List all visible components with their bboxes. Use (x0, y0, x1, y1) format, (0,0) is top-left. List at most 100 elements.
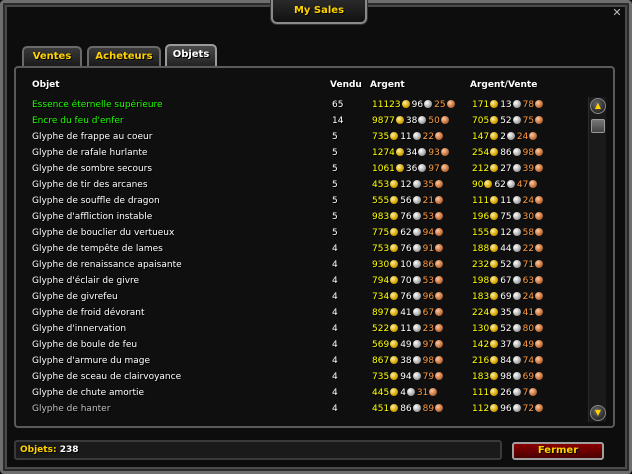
table-row[interactable]: Glyphe de tempête de lames 4 753 76 91 188… (26, 241, 586, 257)
money-per-sale-silver: 84 (500, 356, 512, 366)
item-name[interactable]: Glyphe de renaissance apaisante (32, 257, 182, 273)
table-row[interactable]: Essence éternelle supérieure 65 11123 96 2… (26, 97, 586, 113)
item-name[interactable]: Essence éternelle supérieure (32, 97, 163, 113)
item-name[interactable]: Glyphe de boule de feu (32, 337, 137, 353)
table-row[interactable]: Glyphe d'armure du mage 4 867 38 98 216 84 7… (26, 353, 586, 369)
item-name[interactable]: Glyphe de bouclier du vertueux (32, 225, 174, 241)
copper-coin-icon (535, 372, 544, 380)
silver-coin-icon (412, 324, 421, 332)
money-total-copper: 97 (428, 164, 440, 174)
scrollbar[interactable]: ▲ ▼ (588, 97, 606, 422)
money-per-sale: 111 11 24 (472, 193, 545, 209)
item-name[interactable]: Glyphe de hanter (32, 401, 110, 417)
item-name[interactable]: Glyphe de tempête de lames (32, 241, 163, 257)
gold-coin-icon (490, 244, 499, 252)
item-name[interactable]: Glyphe de frappe au coeur (32, 129, 152, 145)
gold-coin-icon (390, 228, 399, 236)
table-row[interactable]: Glyphe de hanter 4 451 86 89 112 96 72 (26, 401, 586, 417)
money-total-silver: 86 (400, 404, 412, 414)
tab-ventes[interactable]: Ventes (22, 46, 82, 66)
table-row[interactable]: Glyphe de tir des arcanes 5 453 12 35 90 62… (26, 177, 586, 193)
table-row[interactable]: Glyphe de froid dévorant 4 897 41 67 224 35… (26, 305, 586, 321)
table-row[interactable]: Glyphe de renaissance apaisante 4 930 10 8… (26, 257, 586, 273)
item-name[interactable]: Encre du feu d'enfer (32, 113, 124, 129)
item-name[interactable]: Glyphe de souffle de dragon (32, 193, 160, 209)
silver-coin-icon (512, 148, 521, 156)
table-row[interactable]: Glyphe de givrefeu 4 734 76 96 183 69 24 (26, 289, 586, 305)
arrow-down-icon[interactable]: ▼ (590, 405, 606, 421)
money-per-sale-gold: 155 (472, 228, 490, 238)
table-row[interactable]: Glyphe de boule de feu 4 569 49 97 142 37 49 (26, 337, 586, 353)
column-header-money[interactable]: Argent (370, 80, 405, 90)
gold-coin-icon (390, 244, 399, 252)
item-name[interactable]: Glyphe de chute amortie (32, 385, 144, 401)
table-row[interactable]: Encre du feu d'enfer 14 9877 38 50 705 52 75 (26, 113, 586, 129)
sold-count: 65 (332, 100, 344, 110)
sold-count: 4 (332, 340, 338, 350)
money-total: 453 12 35 (372, 177, 445, 193)
item-name[interactable]: Glyphe de sombre secours (32, 161, 152, 177)
table-row[interactable]: Glyphe de chute amortie 4 445 4 31 111 26 7 (26, 385, 586, 401)
money-total-gold: 794 (372, 276, 390, 286)
sold-count: 4 (332, 260, 338, 270)
money-per-sale-copper: 24 (516, 132, 529, 142)
money-total: 555 56 21 (372, 193, 445, 209)
table-row[interactable]: Glyphe d'affliction instable 5 983 76 53 1… (26, 209, 586, 225)
close-button[interactable]: Fermer (512, 442, 604, 460)
silver-coin-icon (512, 372, 521, 380)
money-total: 775 62 94 (372, 225, 445, 241)
money-per-sale-gold: 183 (472, 372, 490, 382)
money-total-gold: 735 (372, 372, 390, 382)
table-row[interactable]: Glyphe d'éclair de givre 4 794 70 53 198 67… (26, 273, 586, 289)
money-total-silver: 34 (405, 148, 418, 158)
item-count-value: 238 (59, 445, 79, 455)
table-row[interactable]: Glyphe de sombre secours 5 1061 36 97 212 2… (26, 161, 586, 177)
table-row[interactable]: Glyphe d'innervation 4 522 11 23 130 52 80 (26, 321, 586, 337)
item-name[interactable]: Glyphe d'armure du mage (32, 353, 150, 369)
gold-coin-icon (484, 180, 493, 188)
table-row[interactable]: Glyphe de bouclier du vertueux 5 775 62 94… (26, 225, 586, 241)
item-name[interactable]: Glyphe d'affliction instable (32, 209, 152, 225)
item-name[interactable]: Glyphe de rafale hurlante (32, 145, 147, 161)
money-total-copper: 94 (422, 228, 435, 238)
gold-coin-icon (490, 340, 499, 348)
table-row[interactable]: Glyphe de rafale hurlante 5 1274 34 93 254… (26, 145, 586, 161)
table-row[interactable]: Glyphe de souffle de dragon 5 555 56 21 11… (26, 193, 586, 209)
column-header-sold[interactable]: Vendu (330, 80, 362, 90)
items-table: Essence éternelle supérieure 65 11123 96 2… (26, 97, 586, 417)
money-total-copper: 86 (422, 260, 435, 270)
money-per-sale: 142 37 49 (472, 337, 545, 353)
money-total-gold: 11123 (372, 100, 401, 110)
money-total-copper: 53 (422, 276, 435, 286)
item-name[interactable]: Glyphe de froid dévorant (32, 305, 145, 321)
item-name[interactable]: Glyphe d'innervation (32, 321, 126, 337)
item-name[interactable]: Glyphe de tir des arcanes (32, 177, 148, 193)
gold-coin-icon (390, 292, 399, 300)
tab-acheteurs[interactable]: Acheteurs (87, 46, 161, 66)
column-header-per-sale[interactable]: Argent/Vente (470, 80, 537, 90)
tab-objets[interactable]: Objets (165, 44, 217, 66)
money-total-gold: 9877 (372, 116, 395, 126)
item-name[interactable]: Glyphe de givrefeu (32, 289, 118, 305)
close-icon[interactable]: ✕ (609, 5, 625, 21)
money-per-sale: 130 52 80 (472, 321, 545, 337)
gold-coin-icon (490, 404, 499, 412)
money-per-sale-silver: 12 (500, 228, 512, 238)
money-per-sale-copper: 63 (522, 276, 535, 286)
item-name[interactable]: Glyphe de sceau de clairvoyance (32, 369, 181, 385)
money-total: 522 11 23 (372, 321, 445, 337)
item-name[interactable]: Glyphe d'éclair de givre (32, 273, 139, 289)
copper-coin-icon (529, 180, 538, 188)
money-per-sale: 198 67 63 (472, 273, 545, 289)
gold-coin-icon (490, 116, 499, 124)
table-row[interactable]: Glyphe de sceau de clairvoyance 4 735 94 7… (26, 369, 586, 385)
column-header-item[interactable]: Objet (32, 80, 60, 90)
table-row[interactable]: Glyphe de frappe au coeur 5 735 11 22 147 2… (26, 129, 586, 145)
money-per-sale-gold: 112 (472, 404, 490, 414)
arrow-up-icon[interactable]: ▲ (590, 98, 606, 114)
copper-coin-icon (435, 308, 444, 316)
copper-coin-icon (435, 324, 444, 332)
gold-coin-icon (490, 164, 499, 172)
scroll-thumb[interactable] (591, 119, 605, 133)
silver-coin-icon (412, 372, 421, 380)
